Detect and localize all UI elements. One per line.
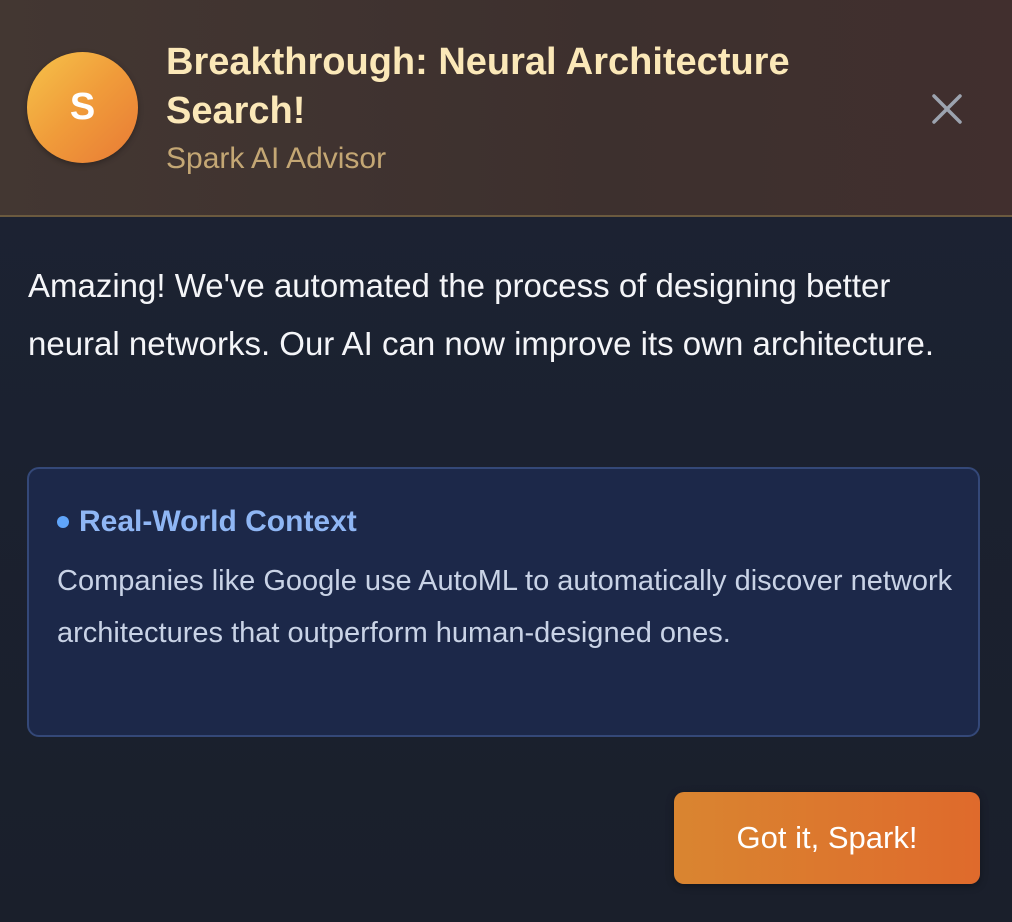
avatar-letter: S: [69, 86, 96, 128]
dialog-title: Breakthrough: Neural Architecture Search…: [166, 41, 790, 132]
context-text: Companies like Google use AutoML to auto…: [57, 565, 953, 649]
close-icon: [932, 94, 962, 124]
dialog-header: S Breakthrough: Neural Architecture Sear…: [0, 0, 1012, 217]
notification-dialog: S Breakthrough: Neural Architecture Sear…: [0, 0, 1012, 922]
dialog-subtitle: Spark AI Advisor: [166, 142, 387, 175]
context-title: Real-World Context: [79, 505, 357, 538]
dialog-message: Amazing! We've automated the process of …: [28, 267, 935, 362]
confirm-button[interactable]: Got it, Spark!: [674, 792, 980, 884]
context-panel: Real-World Context Companies like Google…: [27, 467, 980, 737]
context-heading: Real-World Context: [57, 503, 357, 541]
bullet-dot-icon: [57, 516, 69, 528]
close-button[interactable]: [926, 88, 968, 130]
advisor-avatar: S: [27, 52, 138, 163]
